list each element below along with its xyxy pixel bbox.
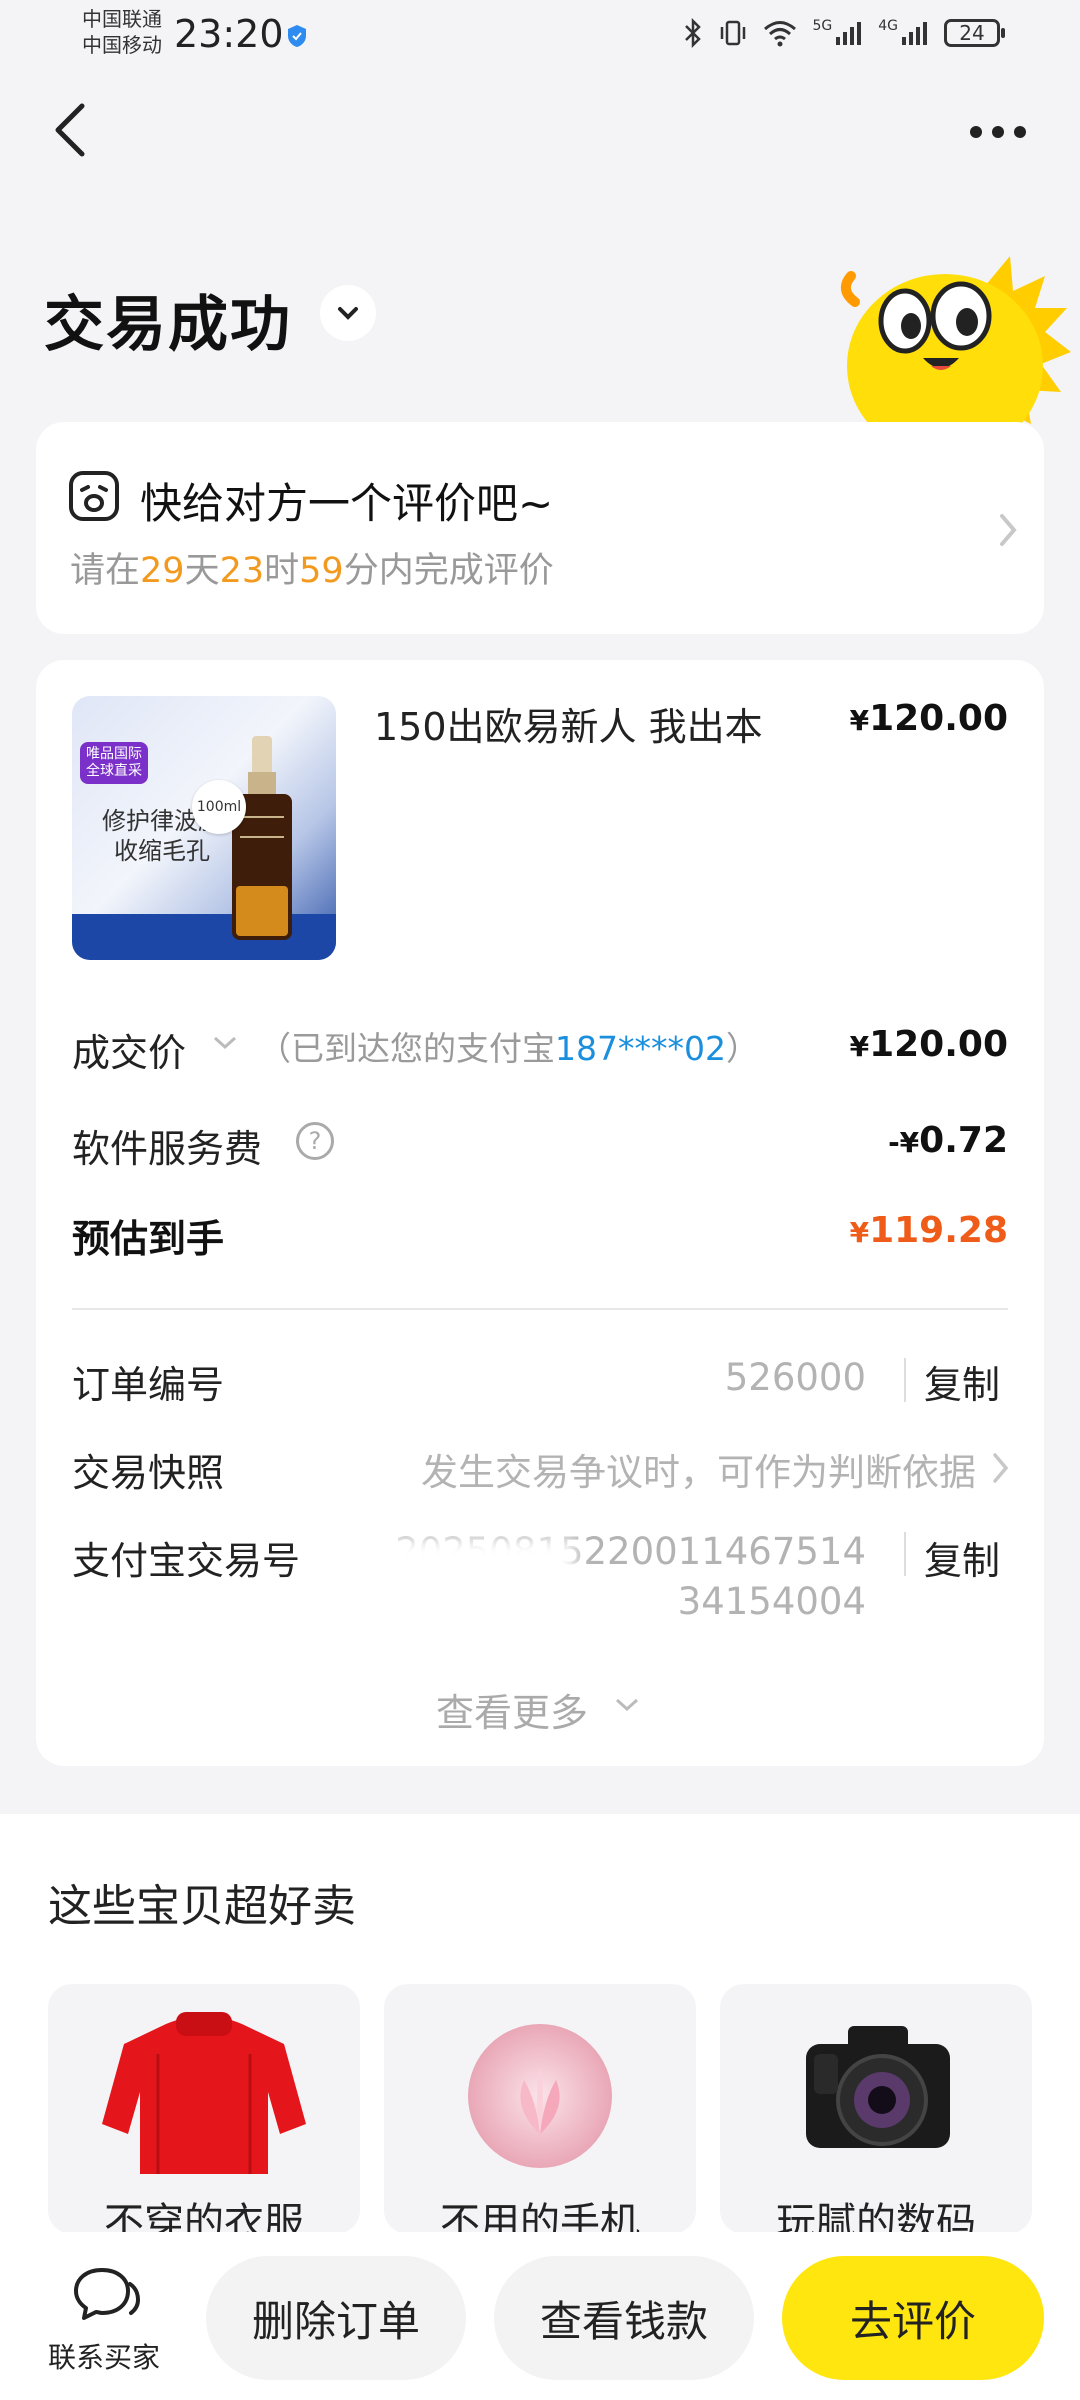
product-image-tag: 唯品国际 全球直采 — [80, 742, 148, 784]
wifi-icon — [764, 21, 797, 47]
smiley-face-icon — [69, 471, 119, 521]
signal-icon-2 — [902, 22, 927, 45]
estimated-income: ¥119.28 — [849, 1210, 1008, 1251]
order-number-redaction — [400, 1346, 700, 1398]
deal-price: ¥120.00 — [849, 1024, 1008, 1065]
deal-price-label[interactable]: 成交价 — [72, 1022, 186, 1077]
alipay-tx-label: 支付宝交易号 — [72, 1539, 301, 1583]
more-options-icon[interactable] — [970, 126, 1026, 138]
chevron-down-icon — [338, 307, 358, 320]
order-number-value: 526000 — [724, 1356, 866, 1399]
review-button[interactable]: 去评价 — [782, 2256, 1044, 2380]
alipay-tx-redaction — [346, 1538, 576, 1588]
chat-icon[interactable] — [72, 2264, 142, 2326]
carrier-2: 中国移动 — [82, 33, 162, 57]
mascot-fish-icon — [840, 256, 1071, 436]
bluetooth-icon — [685, 18, 702, 48]
alipay-tx-line2: 34154004 — [677, 1580, 866, 1623]
recommendation-title: 这些宝贝超好卖 — [48, 1881, 356, 1932]
rate-title: 快给对方一个评价吧~ — [140, 479, 554, 528]
copy-alipay-tx-button[interactable]: 复制 — [924, 1530, 1000, 1585]
snapshot-value[interactable]: 发生交易争议时，可作为判断依据 — [421, 1442, 976, 1496]
product-title[interactable]: 150出欧易新人 我出本 — [374, 696, 763, 751]
countdown-hours: 23 — [219, 551, 265, 591]
serum-bottle-icon — [232, 736, 292, 940]
back-icon[interactable] — [50, 100, 90, 160]
battery-icon: 24 — [944, 19, 1005, 47]
help-icon[interactable]: ? — [296, 1122, 334, 1160]
separator — [904, 1532, 906, 1576]
rate-countdown: 请在29天23时59分内完成评价 — [70, 551, 554, 591]
alipay-account: 187****02 — [555, 1029, 726, 1068]
status-icons: 5G 4G 24 — [682, 18, 1005, 48]
divider — [72, 1308, 1008, 1310]
order-number-label: 订单编号 — [72, 1363, 225, 1407]
countdown-minutes: 59 — [299, 551, 344, 591]
estimated-income-label: 预估到手 — [72, 1217, 225, 1261]
copy-order-number-button[interactable]: 复制 — [924, 1354, 1000, 1409]
chevron-right-icon[interactable] — [996, 510, 1020, 550]
signal-icon — [836, 22, 862, 45]
signal-4g-label: 4G — [878, 18, 898, 34]
vibrate-icon — [721, 20, 746, 46]
page-title: 交易成功 — [44, 290, 292, 360]
product-volume-badge: 100ml — [192, 780, 246, 834]
title-expand-button[interactable] — [320, 285, 376, 341]
countdown-days: 29 — [140, 551, 185, 591]
product-image[interactable]: 唯品国际 全球直采 修护律波肽 收缩毛孔 100ml — [72, 696, 336, 960]
carrier-1: 中国联通 — [82, 7, 162, 31]
product-price: ¥120.00 — [849, 698, 1008, 739]
contact-buyer-label[interactable]: 联系买家 — [48, 2336, 160, 2376]
snapshot-label: 交易快照 — [72, 1451, 225, 1495]
see-more-button[interactable]: 查看更多 — [436, 1682, 588, 1737]
service-fee: -¥0.72 — [888, 1120, 1008, 1161]
view-money-button[interactable]: 查看钱款 — [494, 2256, 754, 2380]
shield-icon — [288, 25, 306, 47]
delete-order-button[interactable]: 删除订单 — [206, 2256, 466, 2380]
chevron-down-icon[interactable] — [212, 1034, 238, 1052]
separator — [904, 1358, 906, 1402]
service-fee-label: 软件服务费 — [72, 1127, 263, 1171]
chevron-right-icon[interactable] — [990, 1450, 1012, 1486]
signal-5g-label: 5G — [812, 18, 833, 34]
chevron-down-icon[interactable] — [614, 1696, 640, 1714]
deal-note: （已到达您的支付宝187****02） — [258, 1029, 759, 1068]
carrier-labels: 中国联通 中国移动 — [82, 6, 162, 58]
status-time: 23:20 — [174, 12, 284, 56]
